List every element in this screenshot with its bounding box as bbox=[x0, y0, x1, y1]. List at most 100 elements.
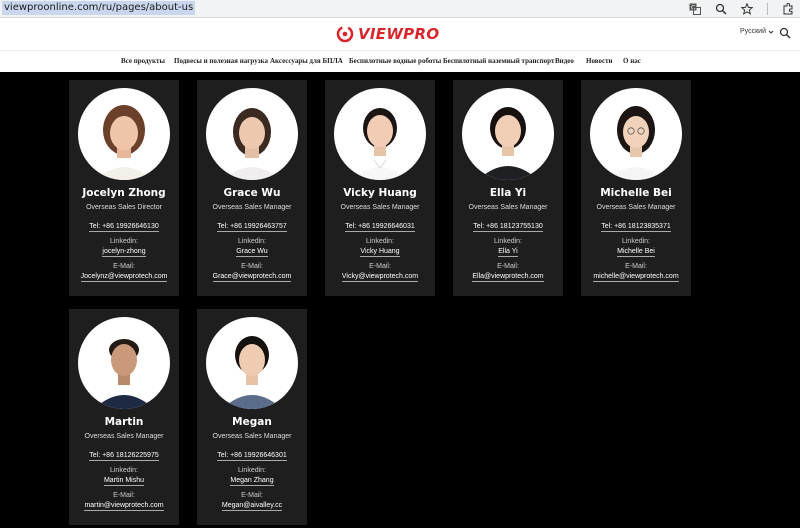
member-phone[interactable]: Tel: +86 19926463757 bbox=[197, 223, 307, 232]
nav-item-ground-vehicles[interactable]: Беспилотный наземный транспорт bbox=[443, 57, 554, 65]
email-label: E-Mail: bbox=[625, 263, 647, 270]
member-phone[interactable]: Tel: +86 18123835371 bbox=[581, 223, 691, 232]
member-phone-text: Tel: +86 18123755130 bbox=[473, 223, 543, 232]
member-phone[interactable]: Tel: +86 19926646130 bbox=[69, 223, 179, 232]
avatar bbox=[206, 88, 298, 180]
member-email-link[interactable]: Grace@viewprotech.com bbox=[197, 273, 307, 282]
search-icon[interactable] bbox=[779, 27, 791, 39]
linkedin-label: Linkedin: bbox=[365, 238, 395, 245]
member-title: Overseas Sales Manager bbox=[468, 204, 548, 211]
member-linkedin-text: Megan Zhang bbox=[230, 477, 274, 486]
member-linkedin-text: jocelyn-zhong bbox=[102, 248, 146, 257]
member-phone-text: Tel: +86 19926646031 bbox=[345, 223, 415, 232]
team-card: Megan Overseas Sales Manager Tel: +86 19… bbox=[197, 309, 307, 525]
linkedin-label: Linkedin: bbox=[237, 467, 267, 474]
star-icon[interactable] bbox=[741, 3, 753, 15]
translate-icon[interactable]: G bbox=[689, 3, 701, 15]
member-phone-text: Tel: +86 19926646130 bbox=[89, 223, 159, 232]
member-email-link[interactable]: Vicky@viewprotech.com bbox=[325, 273, 435, 282]
nav-item-video[interactable]: Видео bbox=[555, 57, 574, 65]
member-name: Jocelyn Zhong bbox=[82, 187, 166, 199]
member-name: Martin bbox=[104, 416, 144, 428]
nav-item-gimbals[interactable]: Подвесы и полезная нагрузка bbox=[174, 57, 268, 65]
language-selector[interactable]: Русский bbox=[740, 28, 774, 35]
member-linkedin-text: Grace Wu bbox=[236, 248, 268, 257]
browser-icons: G bbox=[689, 1, 794, 17]
linkedin-label: Linkedin: bbox=[109, 238, 139, 245]
member-linkedin-link[interactable]: Michelle Bei bbox=[581, 248, 691, 257]
chevron-down-icon bbox=[768, 30, 774, 34]
member-email-text: martin@viewprotech.com bbox=[84, 502, 164, 511]
email-label: E-Mail: bbox=[241, 263, 263, 270]
member-linkedin-text: Vicky Huang bbox=[360, 248, 400, 257]
language-label: Русский bbox=[740, 28, 766, 35]
zoom-icon[interactable] bbox=[715, 3, 727, 15]
linkedin-label: Linkedin: bbox=[109, 467, 139, 474]
member-title: Overseas Sales Manager bbox=[596, 204, 676, 211]
member-email-text: michelle@viewprotech.com bbox=[593, 273, 679, 282]
avatar bbox=[78, 317, 170, 409]
nav-item-uav-accessories[interactable]: Аксессуары для БПЛА bbox=[270, 57, 343, 65]
email-label: E-Mail: bbox=[497, 263, 519, 270]
member-email-link[interactable]: martin@viewprotech.com bbox=[69, 502, 179, 511]
avatar bbox=[462, 88, 554, 180]
browser-toolbar: viewproonline.com/ru/pages/about-us G bbox=[0, 0, 800, 18]
member-phone[interactable]: Tel: +86 19926646301 bbox=[197, 452, 307, 461]
member-email-text: Grace@viewprotech.com bbox=[212, 273, 292, 282]
extensions-icon[interactable] bbox=[782, 3, 794, 15]
logo-mark-icon bbox=[336, 25, 354, 43]
nav-item-water-robots[interactable]: Беспилотные водные роботы bbox=[349, 57, 441, 65]
member-title: Overseas Sales Manager bbox=[340, 204, 420, 211]
member-name: Michelle Bei bbox=[600, 187, 672, 199]
member-email-link[interactable]: Megan@aivalley.cc bbox=[197, 502, 307, 511]
member-email-link[interactable]: Ella@viewprotech.com bbox=[453, 273, 563, 282]
linkedin-label: Linkedin: bbox=[621, 238, 651, 245]
member-linkedin-link[interactable]: jocelyn-zhong bbox=[69, 248, 179, 257]
member-linkedin-text: Ella Yi bbox=[498, 248, 518, 257]
member-title: Overseas Sales Manager bbox=[212, 204, 292, 211]
member-name: Ella Yi bbox=[489, 187, 527, 199]
member-phone-text: Tel: +86 18126225975 bbox=[89, 452, 159, 461]
team-card: Martin Overseas Sales Manager Tel: +86 1… bbox=[69, 309, 179, 525]
member-name: Megan bbox=[232, 416, 272, 428]
site-header: VIEWPRO Русский bbox=[0, 18, 800, 50]
toolbar-divider bbox=[767, 3, 768, 15]
avatar bbox=[206, 317, 298, 409]
member-title: Overseas Sales Manager bbox=[84, 433, 164, 440]
member-phone[interactable]: Tel: +86 18126225975 bbox=[69, 452, 179, 461]
email-label: E-Mail: bbox=[113, 263, 135, 270]
member-phone[interactable]: Tel: +86 19926646031 bbox=[325, 223, 435, 232]
member-name: Vicky Huang bbox=[343, 187, 417, 199]
email-label: E-Mail: bbox=[113, 492, 135, 499]
member-linkedin-link[interactable]: Megan Zhang bbox=[197, 477, 307, 486]
member-phone-text: Tel: +86 19926463757 bbox=[217, 223, 287, 232]
nav-item-news[interactable]: Новости bbox=[586, 57, 613, 65]
logo-text: VIEWPRO bbox=[358, 25, 440, 43]
member-name: Grace Wu bbox=[223, 187, 281, 199]
member-phone[interactable]: Tel: +86 18123755130 bbox=[453, 223, 563, 232]
main-nav: Все продукты Подвесы и полезная нагрузка… bbox=[0, 50, 800, 72]
address-bar[interactable]: viewproonline.com/ru/pages/about-us bbox=[2, 1, 196, 15]
nav-item-about[interactable]: О нас bbox=[623, 57, 641, 65]
member-title: Overseas Sales Manager bbox=[212, 433, 292, 440]
member-linkedin-link[interactable]: Vicky Huang bbox=[325, 248, 435, 257]
email-label: E-Mail: bbox=[369, 263, 391, 270]
member-email-link[interactable]: michelle@viewprotech.com bbox=[581, 273, 691, 282]
nav-item-all-products[interactable]: Все продукты bbox=[121, 57, 165, 65]
avatar bbox=[78, 88, 170, 180]
team-card: Vicky Huang Overseas Sales Manager Tel: … bbox=[325, 80, 435, 296]
member-email-text: Megan@aivalley.cc bbox=[221, 502, 283, 511]
member-linkedin-link[interactable]: Ella Yi bbox=[453, 248, 563, 257]
member-linkedin-link[interactable]: Martin Mishu bbox=[69, 477, 179, 486]
avatar bbox=[590, 88, 682, 180]
member-linkedin-link[interactable]: Grace Wu bbox=[197, 248, 307, 257]
member-phone-text: Tel: +86 18123835371 bbox=[601, 223, 671, 232]
member-email-text: Ella@viewprotech.com bbox=[472, 273, 544, 282]
team-card: Michelle Bei Overseas Sales Manager Tel:… bbox=[581, 80, 691, 296]
team-card: Grace Wu Overseas Sales Manager Tel: +86… bbox=[197, 80, 307, 296]
member-linkedin-text: Michelle Bei bbox=[617, 248, 655, 257]
member-title: Overseas Sales Director bbox=[86, 204, 162, 211]
member-email-link[interactable]: Jocelynz@viewprotech.com bbox=[69, 273, 179, 282]
linkedin-label: Linkedin: bbox=[237, 238, 267, 245]
viewpro-logo[interactable]: VIEWPRO bbox=[336, 24, 439, 44]
